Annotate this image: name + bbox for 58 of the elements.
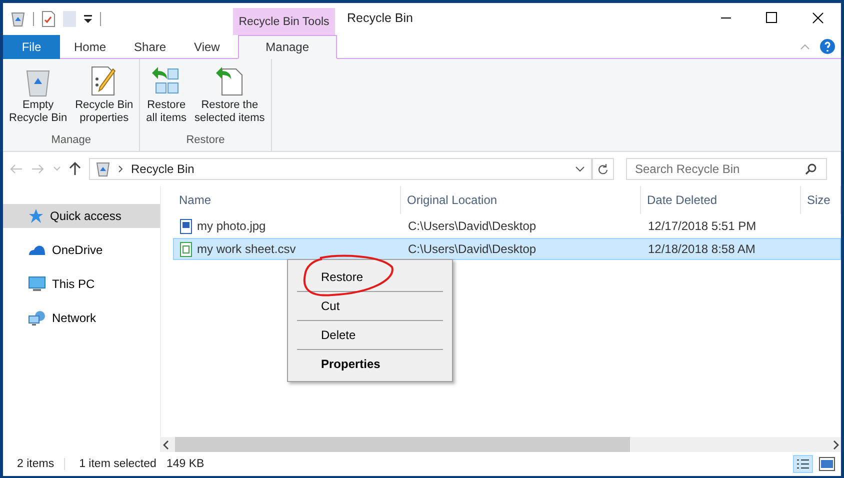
file-row[interactable]: my work sheet.csv C:\Users\David\Desktop 12/18/2018 8:58 AM <box>173 238 841 260</box>
column-header[interactable]: Original Location <box>401 186 641 214</box>
column-header[interactable]: Name <box>173 186 401 214</box>
cloud-icon <box>28 244 46 256</box>
recycle-bin-icon[interactable] <box>11 11 25 27</box>
search-field[interactable]: Search Recycle Bin <box>626 158 827 180</box>
sidebar-item[interactable]: Network <box>3 306 160 330</box>
ribbon-tab[interactable]: Manage <box>238 35 337 59</box>
ribbon-tab[interactable]: File <box>3 35 60 59</box>
status-text: 2 items <box>17 458 66 470</box>
address-bar[interactable]: Recycle Bin <box>89 158 592 180</box>
sidebar-item[interactable]: This PC <box>3 272 160 296</box>
monitor-icon <box>28 276 46 292</box>
table-cell-text: 12/17/2018 5:51 PM <box>647 219 758 233</box>
preview-view-icon[interactable] <box>819 457 835 471</box>
group-label: Manage <box>50 133 92 148</box>
scroll-left-icon[interactable] <box>161 440 171 450</box>
star-icon <box>28 208 44 224</box>
file-row[interactable]: my photo.jpg C:\Users\David\Desktop 12/17/2018 5:51 PM <box>173 215 841 237</box>
window-title: Recycle Bin <box>346 10 413 27</box>
ribbon-tab[interactable]: Home <box>60 35 120 59</box>
menu-item[interactable]: Properties <box>288 350 452 378</box>
network-icon <box>28 310 46 326</box>
refresh-button[interactable] <box>592 158 614 180</box>
menu-item[interactable]: Delete <box>288 321 452 349</box>
ribbon-command[interactable]: Empty Recycle Bin <box>7 63 70 131</box>
table-cell-text: C:\Users\David\Desktop <box>407 242 538 256</box>
ribbon-tab[interactable]: Share <box>120 35 180 59</box>
ribbon-command[interactable]: Recycle Bin properties <box>73 63 136 131</box>
group-label: Restore <box>185 133 226 148</box>
ribbon-command[interactable]: Restore the selected items <box>192 63 267 131</box>
scrollbar-thumb[interactable] <box>175 437 630 452</box>
table-cell-text: 12/18/2018 8:58 AM <box>647 242 756 256</box>
menu-item[interactable]: Cut <box>288 292 452 320</box>
dropdown-icon[interactable] <box>84 14 92 24</box>
contextual-tab-header: Recycle Bin Tools <box>233 8 335 35</box>
spreadsheet-file-icon <box>180 242 192 256</box>
table-cell-text: C:\Users\David\Desktop <box>407 219 538 233</box>
menu-item[interactable]: Restore <box>288 263 452 291</box>
maximize-icon <box>766 12 778 24</box>
ribbon-tab[interactable]: View <box>180 35 234 59</box>
help-icon[interactable] <box>820 39 835 54</box>
sidebar-item[interactable]: OneDrive <box>3 238 160 262</box>
details-view-icon[interactable] <box>793 455 813 473</box>
column-header[interactable]: Date Deleted <box>641 186 801 214</box>
sidebar-item[interactable]: Quick access <box>3 204 160 228</box>
image-file-icon <box>180 218 192 234</box>
column-header[interactable]: Size <box>801 186 841 214</box>
properties-icon[interactable] <box>42 11 55 27</box>
file-name: my work sheet.csv <box>197 242 296 256</box>
refresh-icon <box>598 164 608 174</box>
status-text: 1 item selected <box>79 458 158 470</box>
up-icon[interactable] <box>69 162 81 176</box>
ribbon-command[interactable]: Restore all items <box>144 63 188 131</box>
close-icon <box>812 12 824 24</box>
status-text: 149 KB <box>166 458 206 470</box>
file-name: my photo.jpg <box>197 219 266 233</box>
scroll-right-icon[interactable] <box>831 440 841 450</box>
